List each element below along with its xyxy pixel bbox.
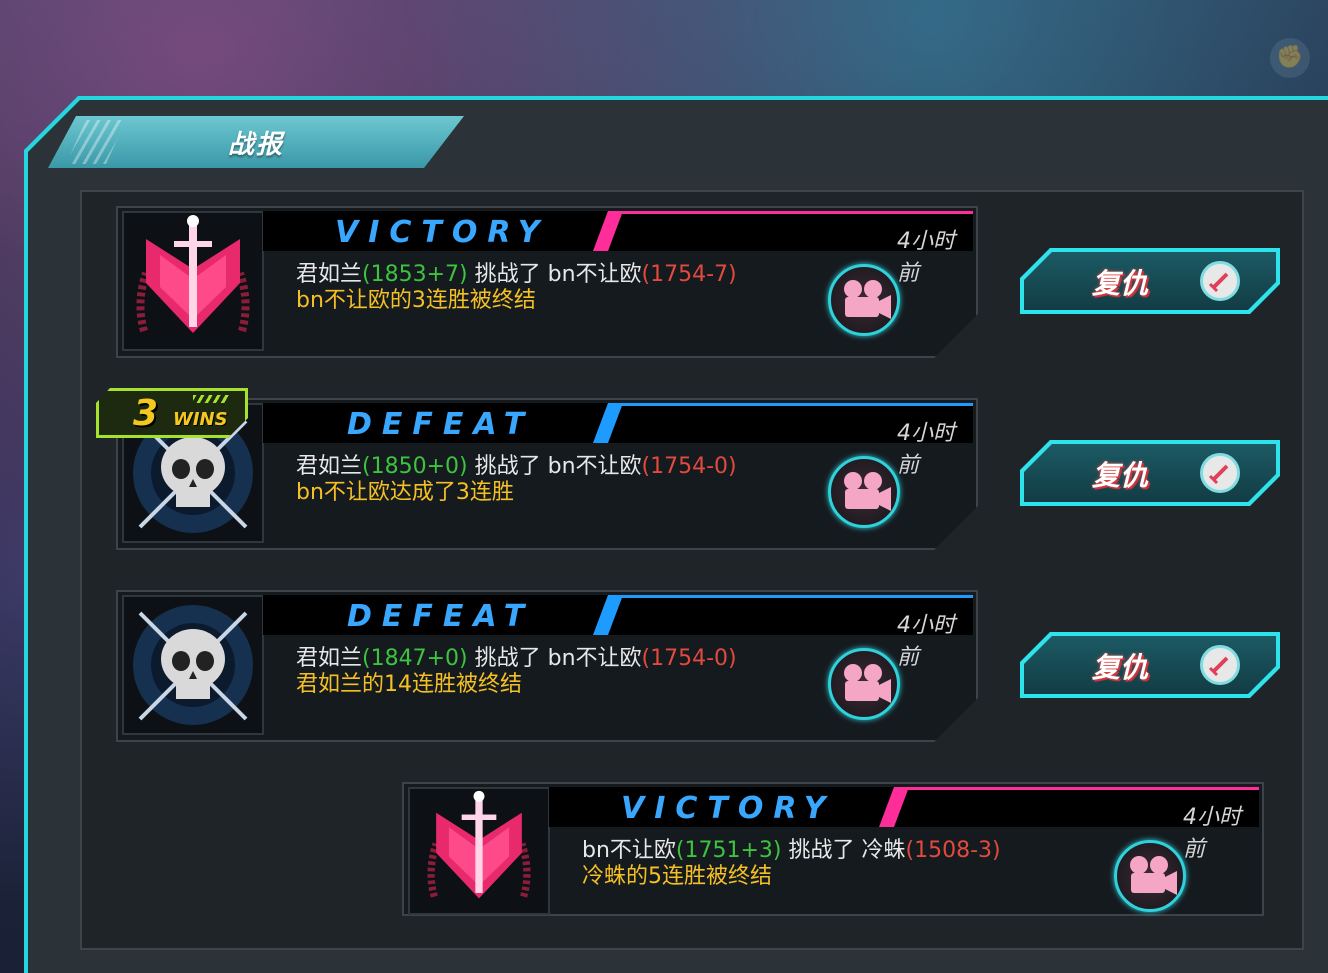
sword-icon bbox=[1200, 453, 1240, 493]
replay-button[interactable] bbox=[828, 648, 900, 720]
streak-note: bn不让欧的3连胜被终结 bbox=[296, 288, 536, 313]
page-title: 战报 bbox=[228, 130, 285, 160]
result-label: DEFEAT bbox=[347, 599, 535, 634]
win-streak-count: 3 bbox=[133, 393, 159, 434]
victory-emblem-icon bbox=[408, 787, 550, 915]
result-label: VICTORY bbox=[335, 215, 550, 250]
win-streak-badge: 3 WINS bbox=[96, 388, 248, 438]
video-camera-icon bbox=[844, 664, 891, 703]
replay-button[interactable] bbox=[1114, 840, 1186, 912]
replay-button[interactable] bbox=[828, 264, 900, 336]
record-card: DEFEAT 4小时前 君如兰(1850+0) 挑战了 bn不让欧(1754-0… bbox=[116, 398, 978, 550]
result-accent bbox=[593, 211, 623, 251]
video-camera-icon bbox=[1130, 856, 1177, 895]
video-camera-icon bbox=[844, 472, 891, 511]
sword-icon bbox=[1200, 645, 1240, 685]
record-card: VICTORY 4小时前 君如兰(1853+7) 挑战了 bn不让欧(1754-… bbox=[116, 206, 978, 358]
result-label: VICTORY bbox=[621, 791, 836, 826]
streak-note: 君如兰的14连胜被终结 bbox=[296, 672, 522, 697]
fist-icon[interactable]: ✊ bbox=[1270, 38, 1310, 78]
revenge-button[interactable]: 复仇 bbox=[1020, 440, 1280, 506]
streak-note: 冷蛛的5连胜被终结 bbox=[582, 864, 772, 889]
time-label: 4小时前 bbox=[897, 613, 955, 670]
skull-emblem-icon bbox=[122, 595, 264, 735]
record-card: VICTORY 4小时前 bn不让欧(1751+3) 挑战了 冷蛛(1508-3… bbox=[402, 782, 1264, 916]
sword-icon bbox=[1200, 261, 1240, 301]
result-label: DEFEAT bbox=[347, 407, 535, 442]
time-label: 4小时前 bbox=[897, 229, 955, 286]
time-label: 4小时前 bbox=[897, 421, 955, 478]
revenge-button[interactable]: 复仇 bbox=[1020, 632, 1280, 698]
video-camera-icon bbox=[844, 280, 891, 319]
time-label: 4小时前 bbox=[1183, 805, 1241, 862]
revenge-button[interactable]: 复仇 bbox=[1020, 248, 1280, 314]
replay-button[interactable] bbox=[828, 456, 900, 528]
record-card: DEFEAT 4小时前 君如兰(1847+0) 挑战了 bn不让欧(1754-0… bbox=[116, 590, 978, 742]
victory-emblem-icon bbox=[122, 211, 264, 351]
streak-note: bn不让欧达成了3连胜 bbox=[296, 480, 514, 505]
win-streak-label: WINS bbox=[173, 409, 228, 430]
